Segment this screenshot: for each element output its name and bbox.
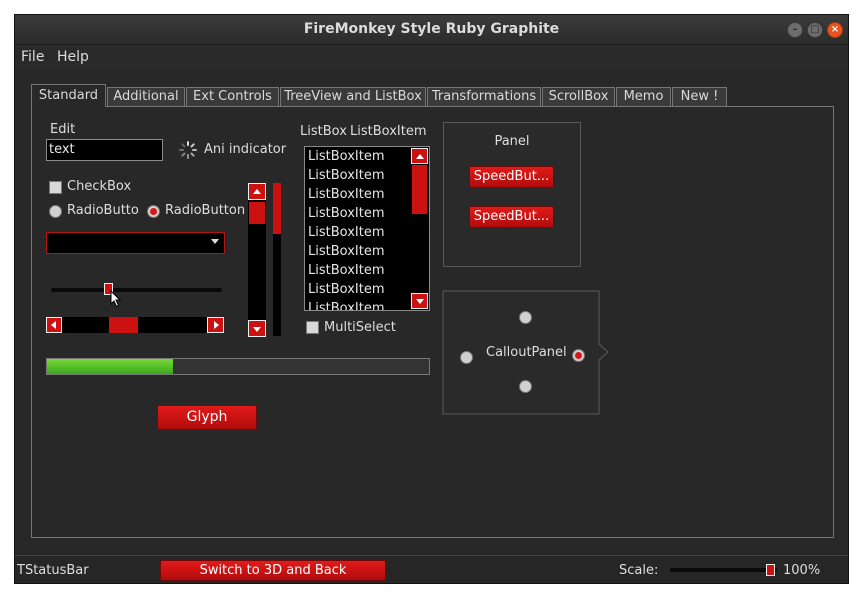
tab-ext-controls[interactable]: Ext Controls [186,87,279,106]
small-scroll-thumb[interactable] [273,183,281,234]
multiselect-label: MultiSelect [324,320,396,335]
list-item[interactable]: ListBoxItem [308,301,384,310]
maximize-icon[interactable]: □ [807,22,823,38]
chevron-down-icon [211,239,219,244]
listbox-scroll-up-button[interactable] [411,148,428,164]
scroll-right-button[interactable] [207,317,224,333]
switch-3d-button[interactable]: Switch to 3D and Back [160,560,386,581]
panel-label: Panel [494,134,530,149]
list-item[interactable]: ListBoxItem [308,206,384,221]
horizontal-scroll-thumb[interactable] [109,317,138,333]
app-window: FireMonkey Style Ruby Graphite – □ × Fil… [14,14,849,584]
callout-radio-top[interactable] [519,311,532,324]
small-vertical-scrollbar[interactable] [273,183,281,336]
list-item[interactable]: ListBoxItem [308,244,384,259]
callout-radio-right[interactable] [572,349,585,362]
list-item[interactable]: ListBoxItem [308,149,384,164]
callout-radio-left[interactable] [460,351,473,364]
tab-treeview-listbox[interactable]: TreeView and ListBox [280,87,426,106]
multiselect-checkbox[interactable] [306,321,319,334]
progress-bar [46,358,430,375]
edit-field[interactable]: text [46,139,163,161]
speed-button-1[interactable]: SpeedBut... [469,166,554,188]
tab-scrollbox[interactable]: ScrollBox [542,87,615,106]
scroll-down-button[interactable] [248,320,266,337]
listbox-scroll-down-button[interactable] [411,293,428,309]
listbox-label: ListBox [300,124,347,139]
callout-radio-bottom[interactable] [519,380,532,393]
radio-button-1-label: RadioButton [67,203,139,218]
minimize-icon[interactable]: – [787,22,803,38]
tab-transformations[interactable]: Transformations [427,87,541,106]
checkbox-label: CheckBox [67,179,132,194]
tab-standard[interactable]: Standard [31,84,106,107]
progress-bar-fill [47,359,174,374]
scale-label: Scale: [619,563,659,578]
window-title: FireMonkey Style Ruby Graphite [303,21,560,37]
listboxitem-label: ListBoxItem [350,124,427,139]
tab-new[interactable]: New ! [672,87,727,106]
list-item[interactable]: ListBoxItem [308,263,384,278]
status-bar-label: TStatusBar [17,563,89,578]
arrow-left-icon [51,321,56,329]
vertical-scrollbar[interactable] [248,183,266,337]
horizontal-scrollbar[interactable] [46,317,224,333]
panel: Panel SpeedBut... SpeedBut... [443,122,581,267]
radio-button-2-label: RadioButton [165,203,246,218]
arrow-up-icon [416,154,424,159]
checkbox[interactable] [49,181,62,194]
listbox-scroll-thumb[interactable] [412,165,427,214]
radio-button-2[interactable] [147,205,160,218]
listbox[interactable]: ListBoxItem ListBoxItem ListBoxItem List… [304,146,430,311]
scroll-up-button[interactable] [248,183,266,200]
tab-page-standard: Edit text Ani indicator CheckBox RadioBu… [31,106,834,538]
combo-box[interactable] [46,232,225,254]
speed-button-2[interactable]: SpeedBut... [469,206,554,228]
list-item[interactable]: ListBoxItem [308,225,384,240]
list-item[interactable]: ListBoxItem [308,282,384,297]
list-item[interactable]: ListBoxItem [308,187,384,202]
vertical-scroll-thumb[interactable] [249,202,265,224]
tab-additional[interactable]: Additional [107,87,185,106]
scale-trackbar[interactable] [670,568,777,572]
ani-indicator-label: Ani indicator [204,142,287,157]
title-bar[interactable]: FireMonkey Style Ruby Graphite – □ × [15,15,848,45]
callout-panel-label: CalloutPanel [486,345,567,360]
arrow-down-icon [416,299,424,304]
edit-label: Edit [50,122,76,137]
listbox-scrollbar[interactable] [411,148,428,309]
scroll-left-button[interactable] [46,317,62,333]
radio-button-1[interactable] [49,205,62,218]
scale-value: 100% [783,563,821,578]
menu-bar: File Help [15,45,848,69]
menu-file[interactable]: File [21,49,44,65]
status-bar: TStatusBar Switch to 3D and Back Scale: … [15,555,848,583]
ani-indicator-icon [179,141,197,159]
arrow-down-icon [253,327,261,332]
glyph-button[interactable]: Glyph [157,405,257,430]
scale-trackbar-thumb[interactable] [766,564,775,576]
arrow-right-icon [214,321,219,329]
tab-memo[interactable]: Memo [616,87,671,106]
menu-help[interactable]: Help [57,49,89,65]
close-icon[interactable]: × [827,22,843,38]
list-item[interactable]: ListBoxItem [308,168,384,183]
trackbar[interactable] [51,288,222,292]
arrow-up-icon [253,189,261,194]
mouse-cursor-icon [110,290,122,308]
